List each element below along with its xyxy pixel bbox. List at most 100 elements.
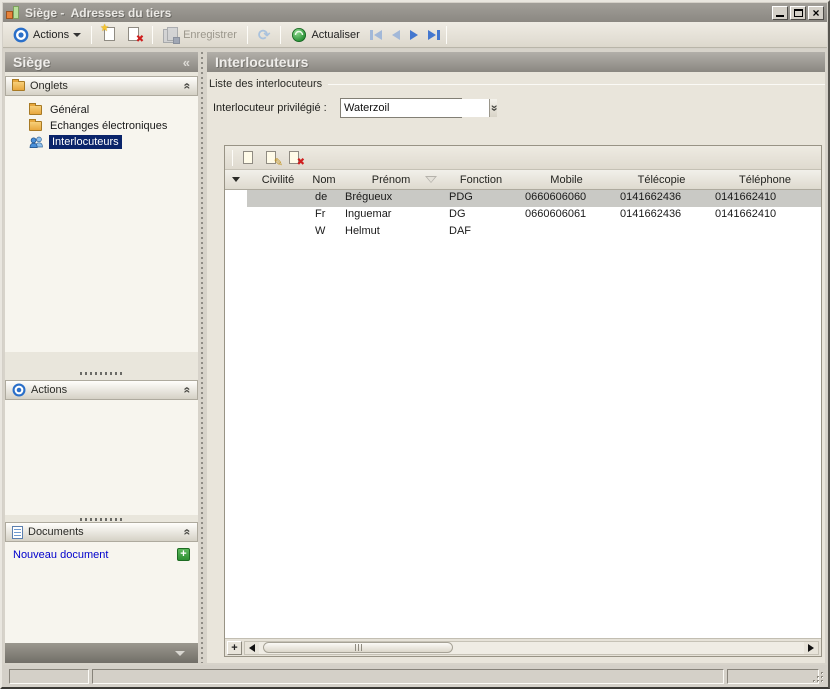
status-cell (727, 669, 819, 684)
onglets-section: Onglets « (5, 76, 198, 96)
actions-panel (5, 400, 198, 515)
resize-grip[interactable] (812, 671, 825, 684)
grid-body: de Brégueux PDG 0660606060 0141662436 01… (225, 190, 821, 638)
minimize-button[interactable] (772, 5, 788, 20)
grid-edit-button[interactable]: ✎ (265, 150, 283, 169)
status-bar (3, 666, 827, 686)
column-header-label: Prénom (371, 173, 411, 186)
chevron-down-icon (232, 177, 240, 182)
row-selector-cell[interactable] (225, 207, 247, 224)
refresh-button[interactable]: Actualiser (287, 24, 363, 46)
horizontal-scrollbar[interactable] (244, 640, 819, 655)
column-header-telecopie[interactable]: Télécopie (614, 170, 709, 189)
close-button[interactable]: × (808, 5, 824, 20)
sync-button[interactable]: ⟳ (254, 24, 275, 46)
table-row[interactable]: Fr Inguemar DG 0660606061 0141662436 014… (225, 207, 821, 224)
last-record-button[interactable] (427, 29, 440, 40)
cell-fonction: DAF (449, 225, 471, 237)
toolbar-separator (232, 149, 233, 166)
target-icon (13, 27, 29, 42)
column-header-telephone[interactable]: Téléphone (709, 170, 821, 189)
save-button[interactable]: Enregistrer (159, 24, 241, 46)
people-icon (29, 136, 43, 148)
groupbox-rule (328, 83, 825, 85)
groupbox-title: Liste des interlocuteurs (209, 78, 323, 90)
column-header-civilite[interactable]: Civilité (247, 170, 309, 189)
cell-telephone: 0141662410 (709, 190, 821, 207)
maximize-icon (793, 8, 803, 17)
row-selector-cell[interactable] (225, 190, 247, 207)
app-icon (6, 6, 20, 19)
row-selector-cell[interactable] (225, 224, 247, 241)
save-icon (163, 26, 181, 44)
onglets-tree-panel: Général Echanges électroniques Interlocu… (5, 96, 198, 352)
collapse-section-icon[interactable]: « (181, 529, 195, 536)
status-cell (9, 669, 89, 684)
tree-item-echanges-electroniques[interactable]: Echanges électroniques (15, 118, 198, 134)
cell-prenom: Helmut (345, 225, 380, 237)
collapse-section-icon[interactable]: « (181, 83, 195, 90)
column-header-nom[interactable]: Nom (309, 170, 339, 189)
scrollbar-thumb[interactable] (263, 642, 453, 653)
toolbar-separator (152, 25, 154, 44)
new-document-link[interactable]: Nouveau document (13, 549, 177, 561)
tree-item-interlocuteurs[interactable]: Interlocuteurs (15, 134, 198, 150)
onglets-section-header[interactable]: Onglets « (5, 76, 198, 96)
cell-telephone (709, 224, 821, 241)
privileged-contact-combobox[interactable]: « (340, 98, 500, 118)
privileged-contact-label: Interlocuteur privilégié : (213, 102, 327, 114)
cell-fonction: PDG (443, 190, 519, 207)
tree-item-general[interactable]: Général (15, 102, 198, 118)
chevron-double-down-icon: « (486, 104, 501, 112)
grid-new-button[interactable] (242, 150, 257, 166)
splitter-handle[interactable] (79, 372, 124, 375)
previous-record-button[interactable] (391, 29, 400, 40)
column-header-mobile[interactable]: Mobile (519, 170, 614, 189)
cell-telecopie (614, 224, 709, 241)
row-selector-header[interactable] (225, 170, 247, 189)
sidebar-footer-bar[interactable] (5, 643, 198, 663)
previous-record-icon (391, 29, 400, 40)
grid-header-row: Civilité Nom Prénom Fonction Mobile Télé… (225, 170, 821, 190)
cell-prenom: Brégueux (339, 190, 443, 207)
grid-toolbar: ✎ ✖ (225, 146, 821, 170)
cell-telecopie: 0141662436 (620, 208, 682, 220)
toolbar-separator (445, 25, 447, 44)
last-record-icon (427, 29, 436, 40)
first-record-button[interactable] (369, 29, 382, 40)
delete-document-icon: ✖ (126, 26, 144, 45)
arrow-right-icon (808, 643, 814, 652)
scroll-right-button[interactable] (804, 641, 818, 654)
next-record-button[interactable] (409, 29, 418, 40)
documents-section-header[interactable]: Documents « (5, 522, 198, 542)
actions-section-header[interactable]: Actions « (5, 380, 198, 400)
actions-menu-button[interactable]: Actions (9, 24, 85, 46)
delete-record-button[interactable]: ✖ (122, 24, 146, 46)
add-row-button[interactable]: + (227, 640, 242, 655)
actions-section-label: Actions (31, 384, 68, 396)
cell-civilite (247, 207, 309, 224)
onglets-tree: Général Echanges électroniques Interlocu… (5, 96, 198, 150)
scroll-left-button[interactable] (245, 641, 259, 654)
cell-telephone: 0141662410 (715, 208, 777, 220)
main-toolbar: Actions ★ ✖ Enregistrer ⟳ Actualiser (3, 22, 827, 48)
column-header-prenom[interactable]: Prénom (339, 170, 443, 189)
title-bar: Siège - Adresses du tiers × (3, 3, 827, 22)
chevron-down-icon (73, 32, 82, 37)
collapse-section-icon[interactable]: « (181, 387, 195, 394)
privileged-contact-input[interactable] (341, 99, 489, 117)
documents-section: Documents « (5, 522, 198, 542)
table-row[interactable]: de Brégueux PDG 0660606060 0141662436 01… (225, 190, 821, 207)
splitter-handle[interactable] (79, 518, 124, 521)
vertical-splitter[interactable] (201, 52, 203, 663)
maximize-button[interactable] (790, 5, 806, 20)
combobox-dropdown-button[interactable]: « (486, 99, 501, 117)
grid-delete-button[interactable]: ✖ (288, 150, 305, 168)
add-document-button[interactable]: + (177, 548, 190, 561)
main-pane: Interlocuteurs Liste des interlocuteurs … (207, 52, 825, 663)
new-record-button[interactable]: ★ (98, 23, 122, 46)
table-row[interactable]: W Helmut DAF (225, 224, 821, 241)
cell-telecopie: 0141662436 (614, 190, 709, 207)
collapse-sidebar-icon[interactable]: « (183, 55, 190, 70)
column-header-fonction[interactable]: Fonction (443, 170, 519, 189)
